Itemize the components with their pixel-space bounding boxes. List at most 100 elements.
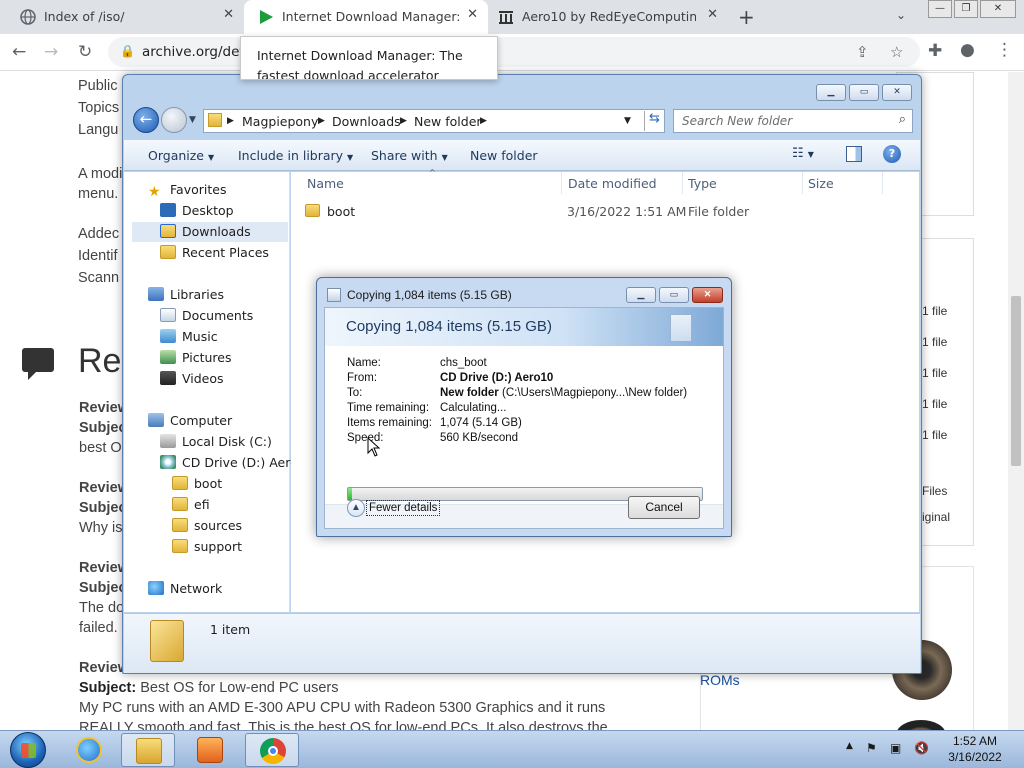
action-center-flag-icon[interactable]: ⚑ xyxy=(866,741,877,755)
chevron-down-icon[interactable]: ⌄ xyxy=(896,8,906,22)
address-breadcrumb[interactable]: ▶ Magpiepony ▶ Downloads ▶ New folder ▶ … xyxy=(203,109,665,133)
include-in-library-menu[interactable]: Include in library ▼ xyxy=(238,148,353,163)
nav-folder-efi[interactable]: efi xyxy=(172,495,210,515)
search-input[interactable]: Search New folder ⌕ xyxy=(673,109,913,133)
share-with-menu[interactable]: Share with ▼ xyxy=(371,148,448,163)
nav-network[interactable]: Network xyxy=(148,579,222,599)
show-all-files-link[interactable]: Files xyxy=(922,484,947,498)
original-files-link[interactable]: iginal xyxy=(922,510,950,524)
extensions-icon[interactable]: ✚ xyxy=(928,41,942,61)
file-row-boot[interactable]: boot 3/16/2022 1:51 AM File folder xyxy=(305,202,905,222)
nav-label: Local Disk (C:) xyxy=(182,434,272,449)
nav-label: support xyxy=(194,539,242,554)
close-tab-icon[interactable]: ✕ xyxy=(467,7,478,22)
column-header-size[interactable]: Size xyxy=(808,176,834,191)
taskbar-media-player[interactable] xyxy=(183,733,237,767)
view-options-icon[interactable]: ☷ ▼ xyxy=(792,146,814,161)
maximize-button[interactable]: ▭ xyxy=(659,287,689,303)
forward-button[interactable] xyxy=(161,107,187,133)
column-header-type[interactable]: Type xyxy=(688,176,717,191)
preview-pane-icon[interactable] xyxy=(846,146,862,162)
help-icon[interactable]: ? xyxy=(883,145,901,163)
organize-menu[interactable]: Organize ▼ xyxy=(148,148,214,163)
refresh-icon[interactable]: ⇆ xyxy=(644,111,664,131)
recent-pages-chevron-icon[interactable]: ▼ xyxy=(189,115,196,125)
new-tab-icon[interactable]: + xyxy=(738,5,755,29)
detail-value[interactable]: CD Drive (D:) Aero10 xyxy=(440,372,553,384)
forward-arrow-icon[interactable]: → xyxy=(44,42,58,62)
nav-folder-boot[interactable]: boot xyxy=(172,474,222,494)
detail-value[interactable]: New folder (C:\Users\Magpiepony...\New f… xyxy=(440,387,687,399)
cancel-button[interactable]: Cancel xyxy=(628,496,700,519)
nav-libraries[interactable]: Libraries xyxy=(148,285,224,305)
restore-button[interactable]: ❐ xyxy=(954,0,978,18)
file-explorer-icon xyxy=(136,738,162,764)
breadcrumb-magpiepony[interactable]: Magpiepony xyxy=(242,114,318,129)
search-icon[interactable]: ⌕ xyxy=(899,112,906,127)
minimize-button[interactable]: — xyxy=(928,0,952,18)
star-icon[interactable]: ☆ xyxy=(890,43,903,61)
network-status-icon[interactable]: ▣ xyxy=(890,741,901,755)
star-icon: ★ xyxy=(148,184,161,200)
column-divider[interactable] xyxy=(682,172,683,194)
nav-recent-places[interactable]: Recent Places xyxy=(160,243,269,263)
column-divider[interactable] xyxy=(802,172,803,194)
nav-folder-support[interactable]: support xyxy=(172,537,242,557)
nav-label: Recent Places xyxy=(182,245,269,260)
file-count[interactable]: 1 file xyxy=(922,428,947,442)
tab-idm[interactable]: Internet Download Manager: The ✕ xyxy=(244,0,488,34)
file-count[interactable]: 1 file xyxy=(922,366,947,380)
nav-favorites[interactable]: ★ Favorites xyxy=(148,180,226,200)
new-folder-button[interactable]: New folder xyxy=(470,148,538,163)
taskbar-file-explorer[interactable] xyxy=(121,733,175,767)
start-button[interactable] xyxy=(10,732,46,768)
close-button[interactable]: ✕ xyxy=(882,84,912,101)
chevron-down-icon: ▼ xyxy=(347,153,354,162)
folder-icon xyxy=(172,518,188,532)
system-clock[interactable]: 1:52 AM 3/16/2022 xyxy=(940,733,1010,765)
back-arrow-icon[interactable]: ← xyxy=(12,42,26,62)
fewer-details-button[interactable]: Fewer details xyxy=(366,500,441,516)
page-scrollbar-thumb[interactable] xyxy=(1011,296,1021,466)
nav-downloads[interactable]: Downloads xyxy=(132,222,288,242)
close-button[interactable]: ✕ xyxy=(692,287,723,303)
file-count[interactable]: 1 file xyxy=(922,304,947,318)
roms-link[interactable]: ROMs xyxy=(700,672,740,688)
minimize-button[interactable]: ▁ xyxy=(816,84,846,101)
minimize-button[interactable]: ▁ xyxy=(626,287,656,303)
column-header-date[interactable]: Date modified xyxy=(568,176,657,191)
address-bar[interactable]: 🔒 archive.org/deta ⇪ ☆ xyxy=(108,37,920,67)
nav-computer[interactable]: Computer xyxy=(148,411,232,431)
back-button[interactable]: ← xyxy=(133,107,159,133)
column-divider[interactable] xyxy=(561,172,562,194)
close-tab-icon[interactable]: ✕ xyxy=(223,7,234,22)
nav-local-disk[interactable]: Local Disk (C:) xyxy=(160,432,272,452)
nav-music[interactable]: Music xyxy=(160,327,218,347)
nav-desktop[interactable]: Desktop xyxy=(160,201,234,221)
profile-icon[interactable]: ● xyxy=(960,40,975,60)
show-hidden-icons-chevron[interactable]: ▲ xyxy=(846,741,853,751)
file-count[interactable]: 1 file xyxy=(922,397,947,411)
menu-icon[interactable]: ⋮ xyxy=(996,40,1013,60)
volume-muted-icon[interactable]: 🔇 xyxy=(914,741,929,755)
breadcrumb-new-folder[interactable]: New folder xyxy=(414,114,482,129)
maximize-button[interactable]: ▭ xyxy=(849,84,879,101)
nav-videos[interactable]: Videos xyxy=(160,369,224,389)
file-count[interactable]: 1 file xyxy=(922,335,947,349)
nav-folder-sources[interactable]: sources xyxy=(172,516,242,536)
column-divider[interactable] xyxy=(882,172,883,194)
share-icon[interactable]: ⇪ xyxy=(856,43,869,61)
taskbar-chrome[interactable] xyxy=(245,733,299,767)
reload-icon[interactable]: ↻ xyxy=(78,42,92,62)
close-button[interactable]: ✕ xyxy=(980,0,1016,18)
chevron-up-icon[interactable]: ▲ xyxy=(347,499,365,517)
address-dropdown-icon[interactable]: ▼ xyxy=(624,116,631,126)
column-header-name[interactable]: Name xyxy=(307,176,344,191)
close-tab-icon[interactable]: ✕ xyxy=(707,7,718,22)
nav-documents[interactable]: Documents xyxy=(160,306,253,326)
nav-pictures[interactable]: Pictures xyxy=(160,348,232,368)
taskbar-internet-explorer[interactable] xyxy=(62,733,116,767)
breadcrumb-downloads[interactable]: Downloads xyxy=(332,114,401,129)
tab-index-iso[interactable]: Index of /iso/ ✕ xyxy=(0,0,244,34)
tab-aero10[interactable]: Aero10 by RedEyeComputing : R ✕ xyxy=(488,0,728,34)
